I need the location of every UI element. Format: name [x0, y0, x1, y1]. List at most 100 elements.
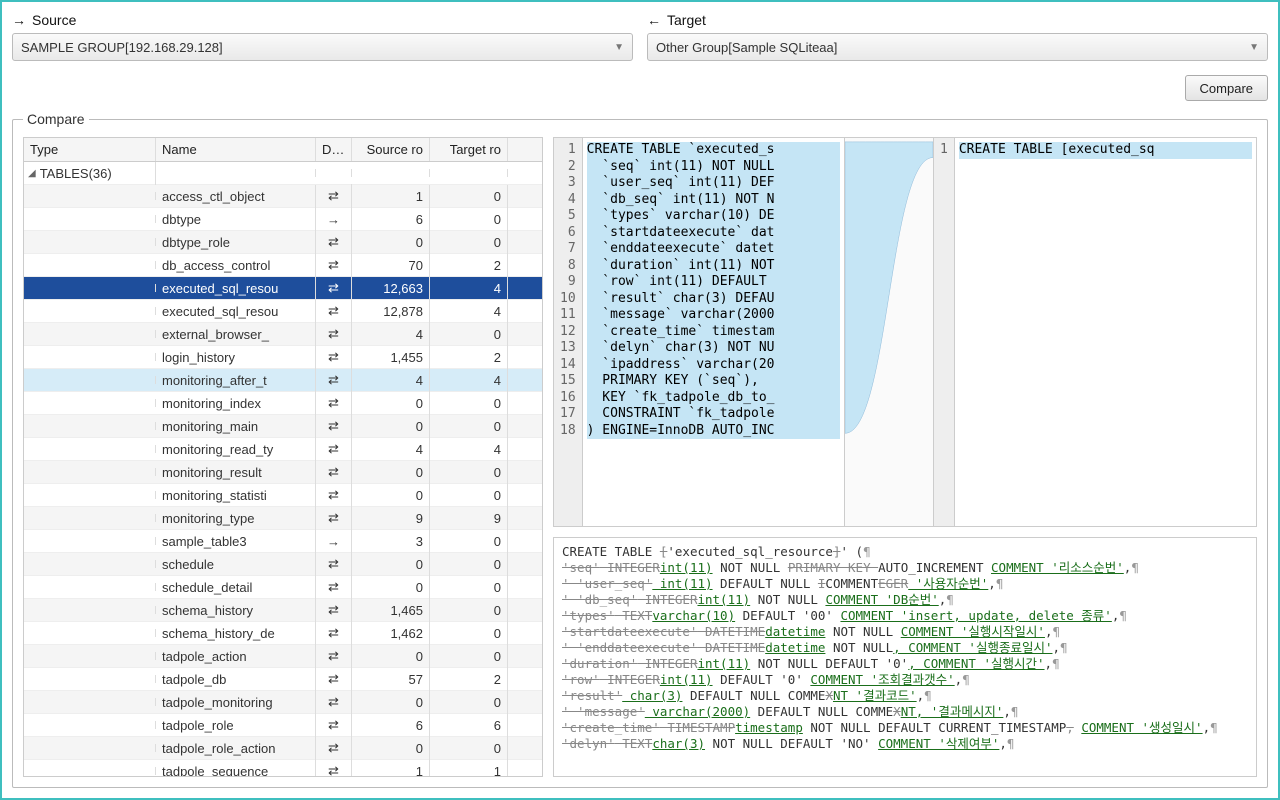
diff-left[interactable]: 123456789101112131415161718 CREATE TABLE… [554, 138, 844, 526]
row-direction-icon: ⇄ [316, 276, 352, 300]
table-row[interactable]: dbtype→60 [24, 208, 542, 231]
table-row[interactable]: monitoring_result⇄00 [24, 461, 542, 484]
row-source-count: 6 [352, 208, 430, 231]
row-source-count: 0 [352, 553, 430, 576]
table-row[interactable]: tadpole_sequence⇄11 [24, 760, 542, 776]
row-target-count: 0 [430, 231, 508, 254]
side-by-side-diff: 123456789101112131415161718 CREATE TABLE… [553, 137, 1257, 527]
row-direction-icon: ⇄ [316, 368, 352, 392]
row-target-count: 6 [430, 714, 508, 737]
table-row[interactable]: external_browser_⇄40 [24, 323, 542, 346]
row-name: tadpole_action [156, 645, 316, 668]
table-row[interactable]: sample_table3→30 [24, 530, 542, 553]
table-row[interactable]: monitoring_after_t⇄44 [24, 369, 542, 392]
row-target-count: 0 [430, 461, 508, 484]
merge-preview[interactable]: CREATE TABLE ['executed_sql_resource]' (… [553, 537, 1257, 777]
row-source-count: 1 [352, 185, 430, 208]
table-row[interactable]: tadpole_role⇄66 [24, 714, 542, 737]
row-source-count: 0 [352, 691, 430, 714]
table-row[interactable]: tadpole_role_action⇄00 [24, 737, 542, 760]
row-direction-icon: ⇄ [316, 230, 352, 254]
table-row[interactable]: monitoring_type⇄99 [24, 507, 542, 530]
row-source-count: 4 [352, 438, 430, 461]
row-source-count: 70 [352, 254, 430, 277]
grid-body[interactable]: ◢ TABLES(36) access_ctl_object⇄10dbtype→… [24, 162, 542, 776]
row-name: tadpole_sequence [156, 760, 316, 777]
table-row[interactable]: login_history⇄1,4552 [24, 346, 542, 369]
row-name: monitoring_main [156, 415, 316, 438]
table-row[interactable]: schema_history⇄1,4650 [24, 599, 542, 622]
row-source-count: 4 [352, 369, 430, 392]
table-row[interactable]: monitoring_statisti⇄00 [24, 484, 542, 507]
row-target-count: 4 [430, 300, 508, 323]
table-row[interactable]: db_access_control⇄702 [24, 254, 542, 277]
row-target-count: 0 [430, 553, 508, 576]
diff-right[interactable]: 1 CREATE TABLE [executed_sq [934, 138, 1256, 526]
target-dropdown-value: Other Group[Sample SQLiteaa] [656, 40, 837, 55]
table-row[interactable]: schema_history_de⇄1,4620 [24, 622, 542, 645]
row-name: db_access_control [156, 254, 316, 277]
row-name: monitoring_type [156, 507, 316, 530]
row-name: access_ctl_object [156, 185, 316, 208]
table-row[interactable]: tadpole_monitoring⇄00 [24, 691, 542, 714]
row-source-count: 0 [352, 737, 430, 760]
row-source-count: 1,455 [352, 346, 430, 369]
table-row[interactable]: executed_sql_resou⇄12,8784 [24, 300, 542, 323]
row-target-count: 2 [430, 668, 508, 691]
table-row[interactable]: monitoring_read_ty⇄44 [24, 438, 542, 461]
tree-root-label: TABLES(36) [40, 166, 112, 181]
source-target-row: → Source SAMPLE GROUP[192.168.29.128] ▼ … [12, 12, 1268, 61]
row-direction-icon: ⇄ [316, 483, 352, 507]
right-code: CREATE TABLE [executed_sq [955, 138, 1256, 526]
target-dropdown[interactable]: Other Group[Sample SQLiteaa] ▼ [647, 33, 1268, 61]
col-src-header[interactable]: Source ro [352, 138, 430, 161]
row-name: monitoring_result [156, 461, 316, 484]
row-direction-icon: ⇄ [316, 598, 352, 622]
table-row[interactable]: schedule⇄00 [24, 553, 542, 576]
table-row[interactable]: access_ctl_object⇄10 [24, 185, 542, 208]
row-target-count: 0 [430, 208, 508, 231]
tree-collapse-icon[interactable]: ◢ [28, 168, 36, 179]
row-direction-icon: ⇄ [316, 184, 352, 208]
table-row[interactable]: monitoring_main⇄00 [24, 415, 542, 438]
col-name-header[interactable]: Name [156, 138, 316, 161]
row-source-count: 1,462 [352, 622, 430, 645]
compare-button[interactable]: Compare [1185, 75, 1268, 101]
table-row[interactable]: monitoring_index⇄00 [24, 392, 542, 415]
table-row[interactable]: tadpole_db⇄572 [24, 668, 542, 691]
row-name: schedule_detail [156, 576, 316, 599]
row-name: sample_table3 [156, 530, 316, 553]
row-target-count: 0 [430, 530, 508, 553]
source-label: → Source [12, 12, 633, 28]
row-target-count: 9 [430, 507, 508, 530]
row-target-count: 0 [430, 645, 508, 668]
col-dir-header[interactable]: Dire [316, 138, 352, 161]
table-row[interactable]: tadpole_action⇄00 [24, 645, 542, 668]
row-source-count: 4 [352, 323, 430, 346]
row-direction-icon: ⇄ [316, 644, 352, 668]
row-source-count: 3 [352, 530, 430, 553]
table-row[interactable]: schedule_detail⇄00 [24, 576, 542, 599]
row-target-count: 0 [430, 484, 508, 507]
tree-root-row[interactable]: ◢ TABLES(36) [24, 162, 542, 185]
row-target-count: 0 [430, 691, 508, 714]
col-type-header[interactable]: Type [24, 138, 156, 161]
row-target-count: 0 [430, 622, 508, 645]
source-dropdown[interactable]: SAMPLE GROUP[192.168.29.128] ▼ [12, 33, 633, 61]
row-direction-icon: ⇄ [316, 253, 352, 277]
row-name: monitoring_statisti [156, 484, 316, 507]
row-target-count: 0 [430, 415, 508, 438]
row-name: monitoring_read_ty [156, 438, 316, 461]
arrow-right-icon: → [12, 12, 26, 28]
row-source-count: 12,663 [352, 277, 430, 300]
row-direction-icon: ⇄ [316, 345, 352, 369]
row-source-count: 0 [352, 484, 430, 507]
row-target-count: 0 [430, 576, 508, 599]
row-name: tadpole_monitoring [156, 691, 316, 714]
row-source-count: 6 [352, 714, 430, 737]
table-row[interactable]: dbtype_role⇄00 [24, 231, 542, 254]
table-row[interactable]: executed_sql_resou⇄12,6634 [24, 277, 542, 300]
compare-fieldset: Compare Type Name Dire Source ro Target … [12, 111, 1268, 788]
col-tgt-header[interactable]: Target ro [430, 138, 508, 161]
row-direction-icon: → [316, 208, 352, 231]
